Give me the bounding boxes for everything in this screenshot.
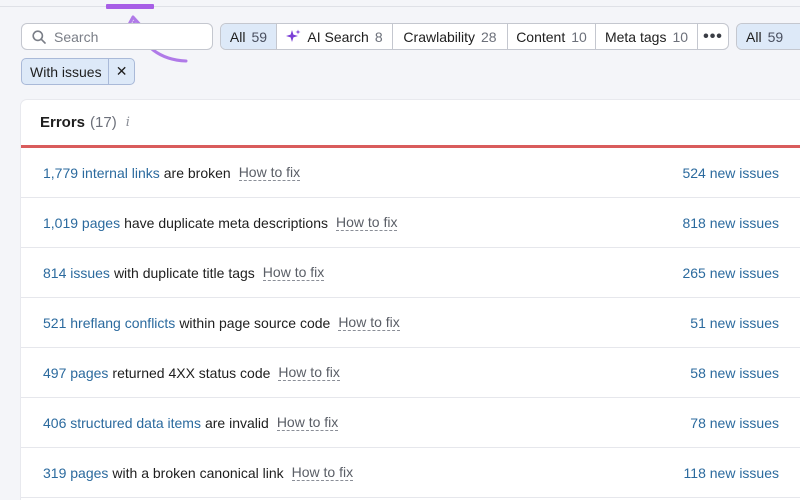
filter-count: 28 bbox=[481, 28, 497, 45]
issue-link[interactable]: 1,019 pages bbox=[43, 215, 120, 231]
how-to-fix-link[interactable]: How to fix bbox=[335, 214, 398, 231]
search-input[interactable] bbox=[54, 28, 204, 45]
issue-description: 497 pages returned 4XX status code How to … bbox=[43, 364, 340, 381]
how-to-fix-link[interactable]: How to fix bbox=[291, 464, 354, 481]
active-filter-chip: With issues ✕ bbox=[21, 58, 135, 85]
status-filter-group: All 59 bbox=[736, 23, 800, 50]
issue-description: 319 pages with a broken canonical link How… bbox=[43, 464, 354, 481]
filter-count: 8 bbox=[374, 28, 383, 45]
filter-more-button[interactable]: ••• bbox=[698, 24, 728, 49]
filter-count: 10 bbox=[571, 28, 587, 45]
new-issues-link[interactable]: 78 new issues bbox=[690, 415, 779, 431]
issue-text: are broken bbox=[163, 164, 231, 181]
status-filter-all[interactable]: All 59 bbox=[737, 24, 800, 49]
issue-description: 1,779 internal links are broken How to fix bbox=[43, 164, 301, 181]
new-issues-link[interactable]: 524 new issues bbox=[682, 165, 779, 181]
search-icon bbox=[32, 29, 46, 44]
issue-description: 406 structured data items are invalid How … bbox=[43, 414, 339, 431]
filter-count: 59 bbox=[767, 28, 784, 45]
issue-text: with duplicate title tags bbox=[113, 264, 255, 281]
issues-list: 1,779 internal links are broken How to fix… bbox=[21, 148, 800, 498]
issue-row: 814 issues with duplicate title tags How t… bbox=[21, 248, 800, 298]
filter-meta-tags[interactable]: Meta tags 10 bbox=[596, 24, 698, 49]
sparkle-icon bbox=[286, 29, 301, 42]
new-issues-link[interactable]: 818 new issues bbox=[682, 215, 779, 231]
panel-count: (17) bbox=[90, 114, 117, 131]
issue-link[interactable]: 521 hreflang conflicts bbox=[43, 315, 175, 331]
issue-link[interactable]: 814 issues bbox=[43, 265, 110, 281]
how-to-fix-link[interactable]: How to fix bbox=[338, 314, 400, 331]
how-to-fix-link[interactable]: How to fix bbox=[278, 364, 340, 381]
issue-description: 521 hreflang conflicts within page source… bbox=[43, 314, 400, 331]
filter-label: AI Search bbox=[307, 28, 369, 45]
new-issues-link[interactable]: 58 new issues bbox=[690, 365, 779, 381]
new-issues-link[interactable]: 265 new issues bbox=[682, 265, 779, 281]
more-icon: ••• bbox=[703, 27, 723, 45]
issue-row: 1,779 internal links are broken How to fix… bbox=[21, 148, 800, 198]
issue-text: have duplicate meta descriptions bbox=[124, 214, 328, 231]
issue-row: 497 pages returned 4XX status code How to … bbox=[21, 348, 800, 398]
issue-link[interactable]: 319 pages bbox=[43, 465, 108, 481]
errors-panel: Errors (17) i 1,779 internal links are br… bbox=[21, 100, 800, 500]
issue-row: 319 pages with a broken canonical link How… bbox=[21, 448, 800, 498]
how-to-fix-link[interactable]: How to fix bbox=[238, 164, 301, 181]
filter-label: Meta tags bbox=[604, 28, 667, 45]
filter-label: Content bbox=[516, 28, 566, 45]
issue-description: 814 issues with duplicate title tags How t… bbox=[43, 264, 325, 281]
filter-count: 10 bbox=[672, 28, 689, 45]
chip-label: With issues bbox=[30, 63, 102, 80]
issue-row: 1,019 pages have duplicate meta descripti… bbox=[21, 198, 800, 248]
filter-content[interactable]: Content 10 bbox=[508, 24, 596, 49]
how-to-fix-link[interactable]: How to fix bbox=[276, 414, 339, 431]
filter-crawlability[interactable]: Crawlability 28 bbox=[393, 24, 508, 49]
filter-ai-search[interactable]: AI Search 8 bbox=[277, 24, 393, 49]
issue-text: returned 4XX status code bbox=[112, 364, 271, 381]
issue-row: 521 hreflang conflicts within page source… bbox=[21, 298, 800, 348]
issue-link[interactable]: 497 pages bbox=[43, 365, 108, 381]
filter-all[interactable]: All 59 bbox=[221, 24, 277, 49]
issue-description: 1,019 pages have duplicate meta descripti… bbox=[43, 214, 398, 231]
filter-label: All bbox=[746, 28, 762, 45]
how-to-fix-link[interactable]: How to fix bbox=[262, 264, 325, 281]
search-box[interactable] bbox=[21, 23, 213, 50]
filter-label: Crawlability bbox=[403, 28, 475, 45]
errors-header: Errors (17) i bbox=[21, 100, 800, 148]
close-icon[interactable]: ✕ bbox=[108, 59, 134, 84]
category-filter-group: All 59 AI Search 8 Crawlability 28 Conte… bbox=[220, 23, 729, 50]
filter-label: All bbox=[229, 28, 246, 45]
info-icon[interactable]: i bbox=[126, 115, 130, 130]
issue-row: 406 structured data items are invalid How … bbox=[21, 398, 800, 448]
issue-text: are invalid bbox=[204, 414, 269, 431]
issue-text: with a broken canonical link bbox=[112, 464, 284, 481]
issue-link[interactable]: 406 structured data items bbox=[43, 415, 201, 431]
new-issues-link[interactable]: 51 new issues bbox=[690, 315, 779, 331]
new-issues-link[interactable]: 118 new issues bbox=[684, 465, 779, 481]
issue-text: within page source code bbox=[179, 314, 331, 331]
issue-link[interactable]: 1,779 internal links bbox=[43, 165, 160, 181]
filter-count: 59 bbox=[251, 28, 268, 45]
panel-title: Errors bbox=[40, 114, 86, 131]
